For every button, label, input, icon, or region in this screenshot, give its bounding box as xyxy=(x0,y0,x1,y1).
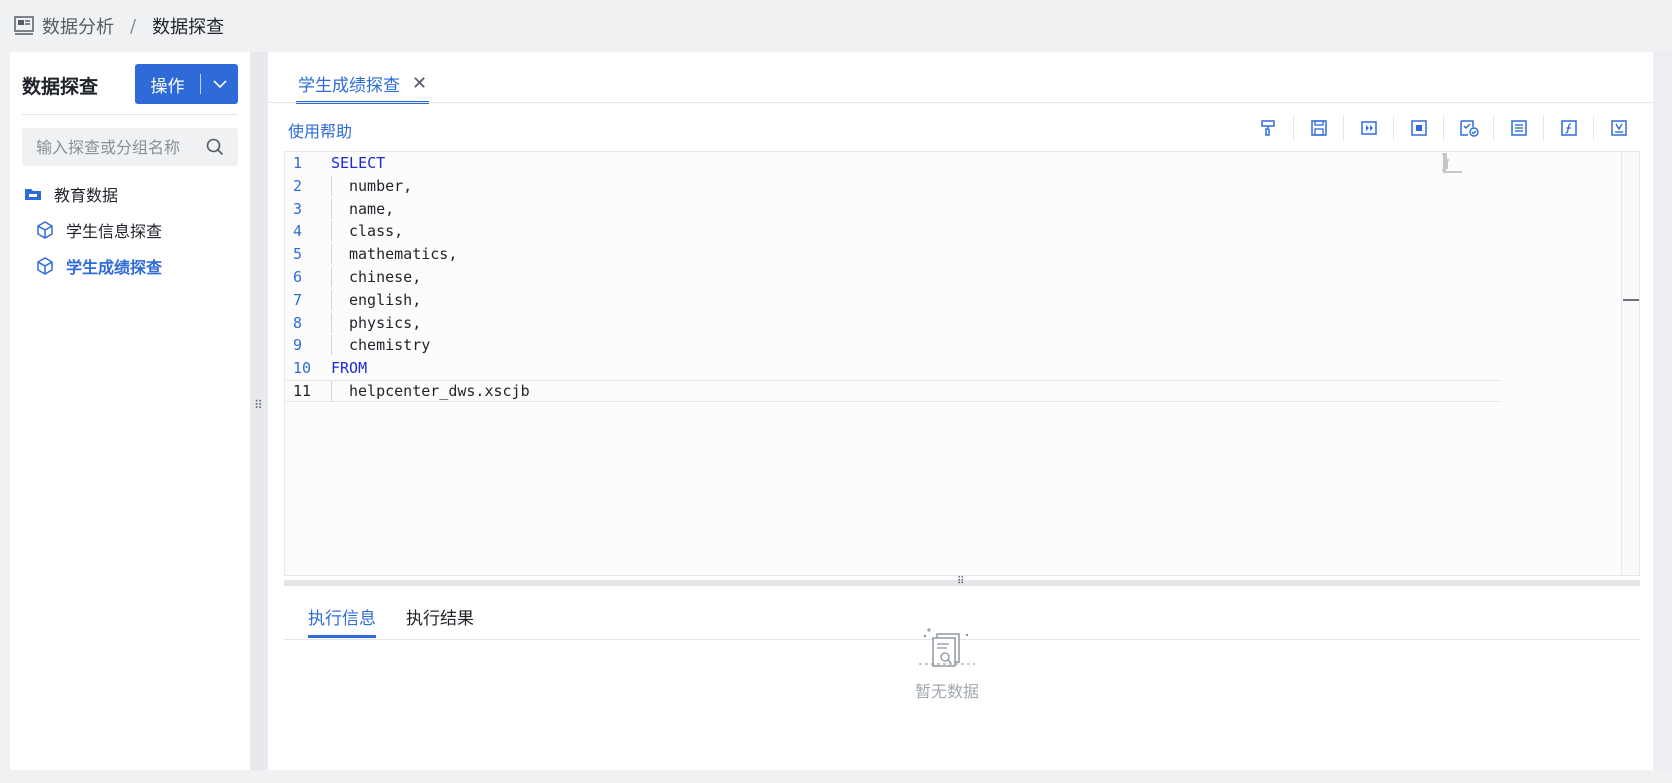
indent-guide xyxy=(331,267,349,287)
close-icon[interactable]: ✕ xyxy=(412,73,427,94)
dashboard-icon xyxy=(14,16,34,35)
line-number: 6 xyxy=(293,268,303,286)
sql-keyword: FROM xyxy=(331,359,368,378)
sql-text: name, xyxy=(349,199,395,218)
indent-guide xyxy=(331,221,349,242)
sql-text: physics, xyxy=(349,313,422,332)
sql-keyword: SELECT xyxy=(331,154,386,172)
function-icon[interactable] xyxy=(1543,116,1593,140)
breadcrumb-current: 数据探查 xyxy=(152,17,225,38)
code-line[interactable]: 10 FROM xyxy=(285,357,1500,379)
indent-guide xyxy=(331,198,349,219)
indent-guide xyxy=(331,175,349,196)
explore-sidebar: 数据探查 操作 教育数据 学生信息探查 学生成绩探查 xyxy=(10,52,250,770)
line-number: 2 xyxy=(293,176,303,195)
drag-grip-icon: ⠿ xyxy=(957,576,966,587)
operation-button[interactable]: 操作 xyxy=(135,64,238,104)
run-icon[interactable] xyxy=(1343,116,1393,140)
scroll-cursor-marker xyxy=(1623,299,1639,301)
operation-button-label: 操作 xyxy=(150,76,185,97)
vertical-resize-handle[interactable]: ⠿ xyxy=(250,52,268,770)
check-syntax-icon[interactable] xyxy=(1443,116,1493,140)
stop-icon[interactable] xyxy=(1393,116,1443,140)
line-number: 8 xyxy=(293,313,303,332)
indent-guide xyxy=(331,312,349,333)
tab-student-score[interactable]: 学生成绩探查 ✕ xyxy=(296,66,430,104)
no-data-icon xyxy=(919,628,975,667)
tree-group-label: 教育数据 xyxy=(54,186,119,205)
folder-icon xyxy=(25,189,41,200)
line-number: 9 xyxy=(293,336,303,355)
line-number: 5 xyxy=(293,245,303,264)
search-icon[interactable] xyxy=(206,138,224,156)
empty-state: 暂无数据 xyxy=(882,626,1012,702)
cube-icon xyxy=(37,257,53,275)
sql-text: chemistry xyxy=(349,336,431,355)
code-line[interactable]: 2 number, xyxy=(285,175,1500,197)
code-line[interactable]: 9 chemistry xyxy=(285,334,1500,356)
chevron-down-icon[interactable] xyxy=(201,79,238,89)
tab-execution-info[interactable]: 执行信息 xyxy=(308,604,376,638)
help-link[interactable]: 使用帮助 xyxy=(288,118,352,142)
indent-guide xyxy=(331,244,349,265)
divider xyxy=(22,114,238,115)
tree-item-label: 学生成绩探查 xyxy=(66,258,163,277)
tree-item-student-info[interactable]: 学生信息探查 xyxy=(36,218,162,242)
sidebar-title: 数据探查 xyxy=(22,76,99,98)
sql-text: class, xyxy=(349,222,404,241)
line-number: 3 xyxy=(293,199,303,218)
line-number: 4 xyxy=(293,222,303,241)
explore-workspace: 学生成绩探查 ✕ 使用帮助 1 SELECT 2 number, 3 name, 4 xyxy=(268,52,1653,770)
empty-text: 暂无数据 xyxy=(914,682,979,701)
search-box xyxy=(22,128,238,166)
format-brush-icon[interactable] xyxy=(1243,116,1293,140)
tree-item-student-score[interactable]: 学生成绩探查 xyxy=(36,254,162,278)
tab-execution-result[interactable]: 执行结果 xyxy=(406,604,474,635)
horizontal-resize-handle[interactable]: ⠿ xyxy=(284,576,1640,587)
line-number: 7 xyxy=(293,290,303,309)
line-number: 1 xyxy=(293,154,303,172)
sql-text: helpcenter_dws.xscjb xyxy=(349,382,530,400)
save-icon[interactable] xyxy=(1293,116,1343,140)
code-line[interactable]: 3 name, xyxy=(285,198,1500,220)
minimap[interactable] xyxy=(1440,152,1470,182)
line-number: 11 xyxy=(293,382,312,400)
search-input[interactable] xyxy=(36,137,196,157)
sql-editor[interactable]: 1 SELECT 2 number, 3 name, 4 class, 5 mathematics… xyxy=(284,151,1640,576)
code-line[interactable]: 7 english, xyxy=(285,289,1500,311)
sql-text: mathematics, xyxy=(349,245,458,264)
tab-bar-border xyxy=(268,102,1653,103)
drag-grip-icon: ⠿ xyxy=(254,398,263,412)
tab-label: 学生成绩探查 xyxy=(298,76,400,96)
indent-guide xyxy=(331,381,349,401)
outline-icon[interactable] xyxy=(1493,116,1543,140)
editor-toolbar xyxy=(1243,116,1643,140)
breadcrumb: 数据分析 / 数据探查 xyxy=(14,12,224,40)
indent-guide xyxy=(331,289,349,310)
sql-text: chinese, xyxy=(349,268,422,286)
cube-icon xyxy=(37,221,53,239)
tree-item-label: 学生信息探查 xyxy=(66,222,163,241)
code-line[interactable]: 4 class, xyxy=(285,220,1500,242)
right-edge-panel xyxy=(1653,52,1672,770)
code-line[interactable]: 11 helpcenter_dws.xscjb xyxy=(285,380,1500,402)
editor-scrollbar[interactable] xyxy=(1621,152,1639,575)
sql-text: number, xyxy=(349,176,413,195)
tree-group-education[interactable]: 教育数据 xyxy=(24,182,118,206)
export-icon[interactable] xyxy=(1593,116,1643,140)
code-line[interactable]: 6 chinese, xyxy=(285,266,1500,288)
breadcrumb-separator: / xyxy=(130,15,137,37)
code-line[interactable]: 1 SELECT xyxy=(285,152,1500,174)
sql-text: english, xyxy=(349,290,422,309)
code-line[interactable]: 5 mathematics, xyxy=(285,243,1500,265)
line-number: 10 xyxy=(293,359,312,378)
code-line[interactable]: 8 physics, xyxy=(285,312,1500,334)
breadcrumb-root[interactable]: 数据分析 xyxy=(42,13,114,39)
indent-guide xyxy=(331,335,349,356)
